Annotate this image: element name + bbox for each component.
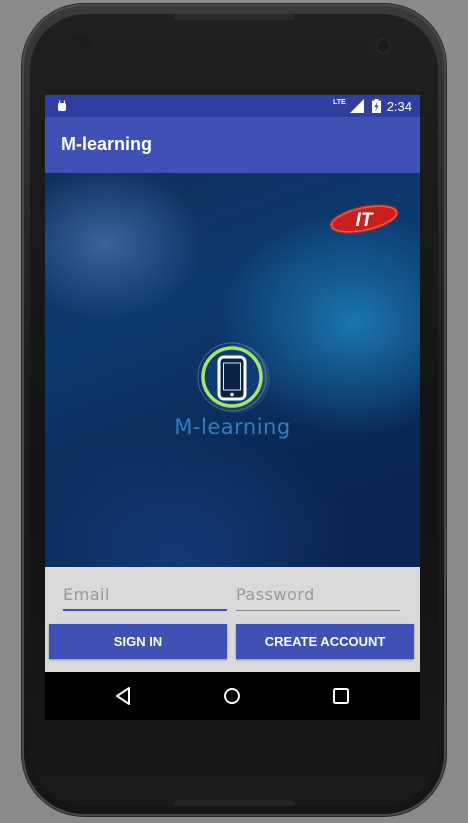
login-form: SIGN IN CREATE ACCOUNT	[45, 567, 420, 672]
front-camera	[375, 38, 391, 54]
signal-icon	[349, 99, 364, 113]
app-logo: M-learning	[160, 341, 305, 451]
create-account-button[interactable]: CREATE ACCOUNT	[236, 624, 414, 659]
earpiece-speaker	[174, 14, 294, 20]
app-logo-text: M-learning	[174, 415, 291, 439]
sign-in-button[interactable]: SIGN IN	[49, 624, 227, 659]
back-icon[interactable]	[112, 684, 136, 708]
status-time: 2:34	[386, 98, 412, 114]
app-bar: M-learning	[45, 117, 420, 173]
password-field[interactable]	[236, 581, 400, 611]
device-screen: LTE 2:34 M-learning IT M-learning Email …	[45, 95, 420, 720]
status-icons: LTE 2:34	[333, 98, 412, 114]
status-bar: LTE 2:34	[45, 95, 420, 117]
password-input[interactable]	[236, 581, 400, 607]
password-underline	[236, 610, 400, 611]
hero-banner: IT M-learning	[45, 173, 420, 567]
home-icon[interactable]	[220, 684, 244, 708]
it-logo: IT	[329, 204, 399, 234]
bottom-speaker	[174, 800, 294, 806]
email-underline	[63, 609, 227, 611]
it-logo-text: IT	[356, 210, 374, 231]
email-field[interactable]	[63, 581, 227, 611]
mobile-phone-icon	[197, 342, 270, 413]
proximity-sensor	[70, 38, 94, 48]
app-title: M-learning	[61, 134, 153, 154]
navigation-bar	[45, 672, 420, 720]
network-type-label: LTE	[332, 98, 346, 106]
android-notification-icon	[58, 100, 66, 111]
battery-icon	[371, 99, 381, 113]
recents-icon[interactable]	[329, 684, 353, 708]
email-input[interactable]	[63, 581, 227, 607]
